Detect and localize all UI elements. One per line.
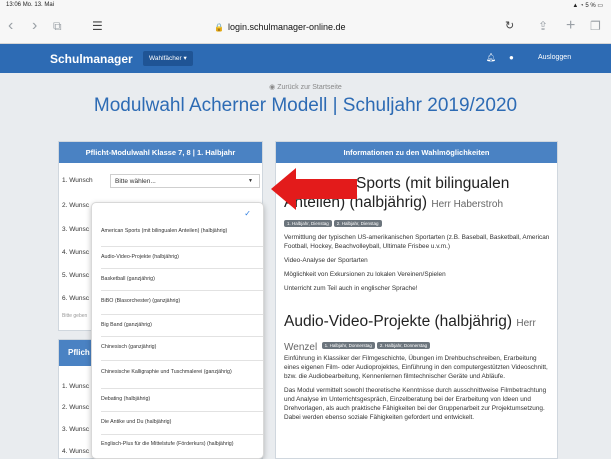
teacher-name: Herr <box>516 318 536 329</box>
course-title: Audio-Video-Projekte (halbjährig) Herr <box>284 313 536 330</box>
logout-link[interactable]: Ausloggen <box>538 54 571 61</box>
wish-label: 5. Wunsc <box>62 272 89 279</box>
dropdown-option[interactable]: Chinesisch (ganzjährig) <box>101 344 256 350</box>
lock-icon: 🔒 <box>214 22 224 32</box>
app-navbar: Schulmanager Wahlfächer ▾ 🔔︎ ● Ausloggen <box>0 44 611 73</box>
menu-icon[interactable]: ☰ <box>92 18 103 34</box>
reload-icon[interactable]: ↻ <box>505 18 514 34</box>
dropdown-option[interactable]: Big Band (ganzjährig) <box>101 322 256 328</box>
divider <box>101 314 263 315</box>
wish-label: 6. Wunsc <box>62 295 89 302</box>
dropdown-option[interactable]: Audio-Video-Projekte (halbjährig) <box>101 254 256 260</box>
wish-label: 3. Wunsc <box>62 426 89 433</box>
dropdown-option[interactable]: Englisch-Plus für die Mittelstufe (Förde… <box>101 441 256 447</box>
status-battery: ▲ ◔ 5 % ▭ <box>572 3 603 9</box>
share-icon[interactable]: ⇪ <box>538 18 548 34</box>
url-text: login.schulmanager-online.de <box>227 22 346 32</box>
info-heading: Informationen zu den Wahlmöglichkeiten <box>276 142 557 163</box>
teacher-name: Herr Haberstroh <box>431 199 504 210</box>
schedule-badge: 2. Halbjahr, Donnerstag <box>376 342 431 350</box>
status-bar: 13:06 Mo. 13. Mai ▲ ◔ 5 % ▭ <box>0 0 611 10</box>
browser-toolbar: ‹ › ⧉ ☰ 🔒 login.schulmanager-online.de ↻… <box>0 10 611 44</box>
check-icon: ✓ <box>244 209 251 218</box>
wish-label: 1. Wunsc <box>62 383 89 390</box>
forward-icon[interactable]: › <box>32 18 37 34</box>
wish-label: 2. Wunsc <box>62 404 89 411</box>
wish-label: 4. Wunsc <box>62 448 89 455</box>
caret-down-icon: ▼ <box>248 178 253 184</box>
wish-label: 2. Wunsc <box>62 202 89 209</box>
dropdown-option[interactable]: Chinesische Kalligraphie und Tuschmalere… <box>101 369 256 375</box>
dropdown-option[interactable]: BiBO (Blasorchester) (ganzjährig) <box>101 298 256 304</box>
divider <box>101 434 263 435</box>
hint-text: Bitte geben <box>62 313 88 319</box>
wish-label: 1. Wunsch <box>62 177 93 184</box>
divider <box>101 336 263 337</box>
back-icon[interactable]: ‹ <box>8 18 13 34</box>
page-title: Modulwahl Acherner Modell | Schuljahr 20… <box>93 95 518 116</box>
course-title: Sports (mit bilingualen <box>356 175 510 192</box>
dropdown-option[interactable]: Basketball (ganzjährig) <box>101 276 256 282</box>
course-description: Einführung in Klassiker der Filmgeschich… <box>284 355 548 421</box>
divider <box>101 290 263 291</box>
bookmarks-icon[interactable]: ⧉ <box>53 18 62 34</box>
user-icon[interactable]: ● <box>509 53 514 62</box>
divider <box>101 360 263 361</box>
brand-logo[interactable]: Schulmanager <box>50 52 133 66</box>
back-circle-icon: ◉ <box>269 84 276 91</box>
wahlfaecher-menu-button[interactable]: Wahlfächer ▾ <box>143 51 193 66</box>
red-arrow-icon <box>271 168 357 210</box>
address-bar[interactable]: 🔒 login.schulmanager-online.de <box>214 17 364 37</box>
course-badges: 1. Halbjahr, Dienstag 2. Halbjahr, Dienst… <box>284 215 384 233</box>
dropdown-option[interactable]: Debating (halbjährig) <box>101 396 256 402</box>
status-time: 13:06 Mo. 13. Mai <box>6 2 55 8</box>
divider <box>101 388 263 389</box>
teacher-name: Wenzel <box>284 342 318 353</box>
schedule-badge: 1. Halbjahr, Donnerstag <box>321 342 375 350</box>
course-badges: Wenzel 1. Halbjahr, Donnerstag 2. Halbjah… <box>284 337 432 355</box>
wish-label: 4. Wunsc <box>62 249 89 256</box>
divider <box>101 246 263 247</box>
panel-heading: Pflicht-Modulwahl Klasse 7, 8 | 1. Halbj… <box>59 142 262 163</box>
bell-icon[interactable]: 🔔︎ <box>486 53 496 62</box>
course-description: Vermittlung der typischen US-amerikanisc… <box>284 234 550 292</box>
divider <box>101 411 263 412</box>
wish-1-select[interactable]: Bitte wählen... ▼ <box>110 174 260 188</box>
new-tab-icon[interactable]: + <box>566 18 575 34</box>
schedule-badge: 1. Halbjahr, Dienstag <box>284 220 332 228</box>
dropdown-option[interactable]: Die Antike und Du (halbjährig) <box>101 419 256 425</box>
dropdown-option[interactable]: American Sports (mit bilingualen Anteile… <box>101 228 256 234</box>
back-to-start-link[interactable]: ◉ Zurück zur Startseite <box>0 83 611 91</box>
divider <box>101 268 263 269</box>
wish-label: 3. Wunsc <box>62 226 89 233</box>
tabs-icon[interactable]: ❐ <box>590 18 601 34</box>
wish-dropdown-list[interactable]: ✓ American Sports (mit bilingualen Antei… <box>91 202 264 459</box>
schedule-badge: 2. Halbjahr, Dienstag <box>333 220 382 228</box>
